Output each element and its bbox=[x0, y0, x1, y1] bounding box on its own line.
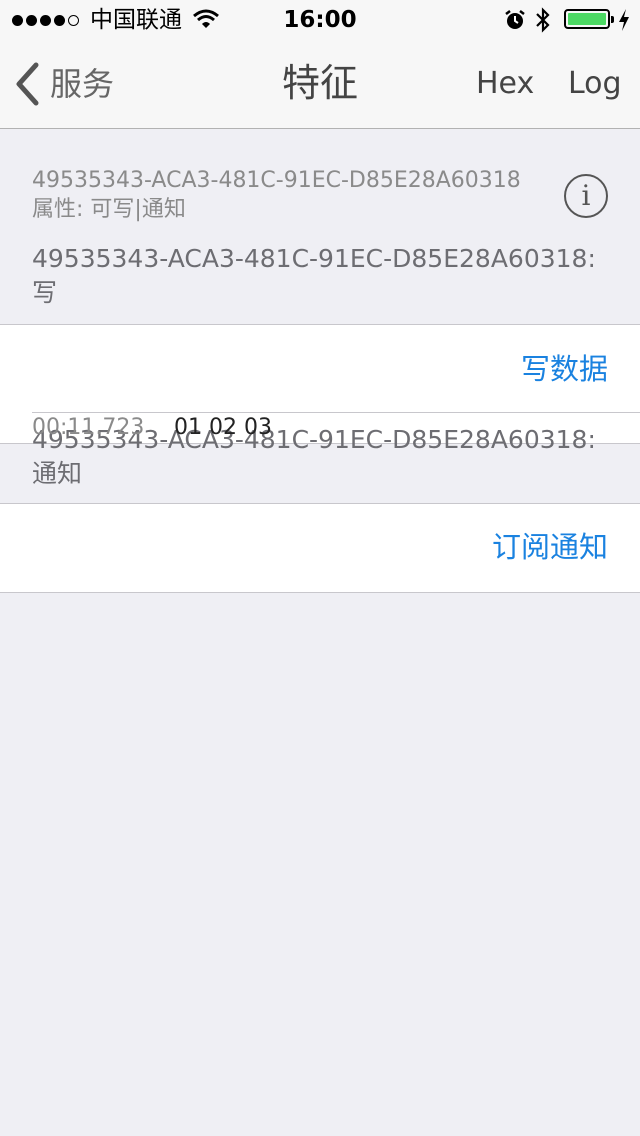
notify-section-type: 通知 bbox=[32, 459, 83, 488]
alarm-icon bbox=[504, 9, 526, 35]
log-button[interactable]: Log bbox=[568, 66, 622, 102]
write-section-uuid: 49535343-ACA3-481C-91EC-D85E28A60318: bbox=[32, 244, 596, 273]
info-button[interactable]: i bbox=[564, 174, 608, 218]
subscribe-notify-button[interactable]: 订阅通知 bbox=[492, 529, 608, 565]
log-timestamp: 00:11.723 bbox=[32, 415, 145, 440]
charging-icon bbox=[617, 8, 631, 36]
bluetooth-icon bbox=[535, 7, 551, 37]
characteristic-properties: 属性: 可写|通知 bbox=[32, 197, 186, 222]
write-section-header: 49535343-ACA3-481C-91EC-D85E28A60318: 写 bbox=[32, 242, 612, 310]
status-bar: 中国联通 16:00 bbox=[0, 0, 640, 40]
characteristic-uuid: 49535343-ACA3-481C-91EC-D85E28A60318 bbox=[32, 168, 521, 193]
log-data: 01 02 03 bbox=[174, 415, 272, 440]
page-title: 特征 bbox=[281, 61, 358, 105]
info-icon: i bbox=[581, 179, 591, 212]
notify-cell: 订阅通知 bbox=[0, 503, 640, 593]
write-section-type: 写 bbox=[32, 278, 58, 307]
hex-button[interactable]: Hex bbox=[476, 66, 534, 102]
write-data-button[interactable]: 写数据 bbox=[521, 351, 608, 387]
battery-icon bbox=[564, 9, 614, 29]
navigation-bar: 服务 特征 Hex Log bbox=[0, 40, 640, 129]
write-log-entry: 00:11.723 01 02 03 bbox=[32, 413, 640, 443]
